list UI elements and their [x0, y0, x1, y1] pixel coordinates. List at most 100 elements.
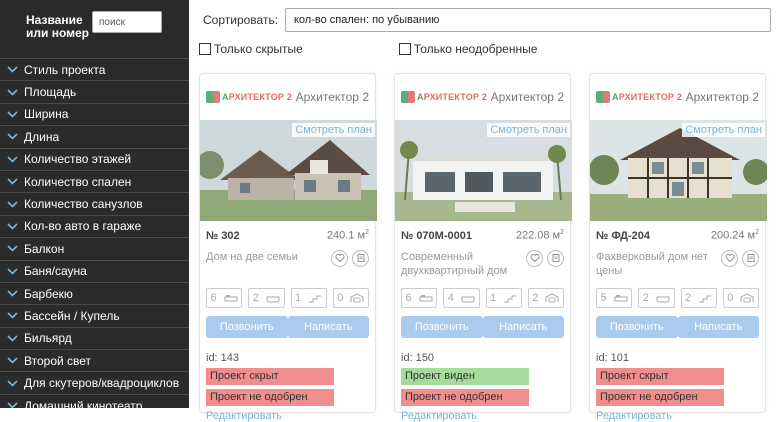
view-plan-link[interactable]: Смотреть план — [682, 123, 765, 137]
favorite-heart-icon[interactable] — [331, 249, 348, 267]
project-number: № ФД-204 — [596, 229, 651, 242]
project-number: № 070М-0001 — [401, 229, 472, 242]
filter-item-balcony[interactable]: Балкон — [0, 238, 189, 261]
edit-link[interactable]: Редактировать — [206, 410, 369, 422]
write-button[interactable]: Написать — [287, 315, 369, 338]
filter-item-label: Для скутеров/квадроциклов — [24, 376, 180, 391]
edit-link[interactable]: Редактировать — [401, 410, 564, 422]
project-image[interactable]: Смотреть план — [395, 120, 572, 221]
project-id: id: 143 — [206, 351, 240, 364]
call-button[interactable]: Позвонить — [596, 315, 678, 338]
floors-feature: 1 — [290, 287, 327, 308]
filter-item-label: Количество санузлов — [24, 197, 143, 212]
filter-item-bedrooms[interactable]: Количество спален — [0, 171, 189, 194]
filter-item-width[interactable]: Ширина — [0, 104, 189, 127]
architect-logo: АРХИТЕКТОР 2 — [596, 91, 682, 103]
filter-item-bathrooms[interactable]: Количество санузлов — [0, 193, 189, 216]
chevron-down-icon — [0, 268, 24, 275]
project-image[interactable]: Смотреть план — [590, 120, 767, 221]
filter-item-label: Стиль проекта — [24, 62, 106, 77]
card-header: АРХИТЕКТОР 2 Архитектор 2 — [395, 74, 570, 120]
filter-item-style[interactable]: Стиль проекта — [0, 59, 189, 82]
write-button[interactable]: Написать — [677, 315, 759, 338]
project-id: id: 150 — [401, 351, 435, 364]
hidden-only-checkbox[interactable]: Только скрытые — [199, 42, 303, 56]
card-info: № 070М-0001 222.08 м2 Современный двухкв… — [395, 221, 570, 422]
floors-feature: 1 — [485, 287, 522, 308]
project-card: АРХИТЕКТОР 2 Архитектор 2 Смотреть план … — [394, 73, 572, 422]
document-icon[interactable] — [742, 249, 759, 267]
bedrooms-feature: 5 — [596, 287, 633, 308]
filter-item-label: Бильярд — [24, 331, 72, 346]
project-area: 200.24 м2 — [710, 229, 759, 242]
checkbox-box[interactable] — [398, 43, 411, 55]
garage-icon — [740, 293, 754, 303]
approval-status-badge[interactable]: Проект не одобрен — [401, 388, 529, 406]
project-image[interactable]: Смотреть план — [200, 120, 377, 221]
chevron-down-icon — [0, 178, 24, 185]
visibility-status-badge[interactable]: Проект виден — [401, 367, 529, 385]
filter-item-bbq[interactable]: Барбекю — [0, 283, 189, 306]
card-info: № ФД-204 200.24 м2 Фахверковый дом нет ц… — [590, 221, 765, 422]
bedrooms-feature: 6 — [206, 287, 243, 308]
filter-item-label: Второй свет — [24, 353, 92, 368]
chevron-down-icon — [0, 312, 24, 320]
sidebar-title: Название или номер — [26, 13, 90, 40]
stairs-icon — [504, 295, 517, 303]
bed-icon — [419, 294, 433, 302]
filter-item-home-cinema[interactable]: Домашний кинотеатр — [0, 395, 189, 408]
architect-name[interactable]: Архитектор 2 — [296, 90, 369, 104]
filter-item-second-light[interactable]: Второй свет — [0, 350, 189, 373]
filter-item-pool[interactable]: Бассейн / Купель — [0, 305, 189, 328]
filter-item-label: Кол-во авто в гараже — [24, 219, 142, 234]
visibility-filters: Только скрытые Только неодобренные — [199, 42, 633, 56]
garage-icon — [545, 293, 559, 303]
garage-feature: 0 — [332, 287, 369, 308]
favorite-heart-icon[interactable] — [526, 249, 543, 267]
architect-logo: АРХИТЕКТОР 2 — [206, 91, 292, 103]
features-row: 6 2 1 0 — [206, 287, 369, 308]
bedrooms-feature: 6 — [401, 287, 438, 308]
sort-row: Сортировать: кол-во спален: по убыванию — [203, 8, 771, 32]
checkbox-label: Только скрытые — [214, 42, 303, 56]
filter-item-scooters[interactable]: Для скутеров/квадроциклов — [0, 372, 189, 395]
edit-link[interactable]: Редактировать — [596, 410, 759, 422]
unapproved-only-checkbox[interactable]: Только неодобренные — [398, 42, 537, 56]
document-icon[interactable] — [352, 249, 369, 267]
favorite-heart-icon[interactable] — [721, 249, 738, 267]
search-input[interactable] — [92, 11, 162, 33]
chevron-down-icon — [0, 245, 24, 252]
document-icon[interactable] — [547, 249, 564, 267]
chevron-down-icon — [0, 66, 24, 73]
approval-status-badge[interactable]: Проект не одобрен — [596, 388, 724, 406]
visibility-status-badge[interactable]: Проект скрыт — [596, 367, 724, 385]
filter-item-garage[interactable]: Кол-во авто в гараже — [0, 216, 189, 239]
garage-icon — [350, 293, 364, 303]
filter-item-label: Площадь — [24, 85, 77, 100]
filter-item-area[interactable]: Площадь — [0, 81, 189, 104]
filter-item-billiards[interactable]: Бильярд — [0, 328, 189, 351]
checkbox-box[interactable] — [199, 43, 211, 55]
call-button[interactable]: Позвонить — [401, 315, 483, 338]
view-plan-link[interactable]: Смотреть план — [292, 123, 375, 137]
filter-item-label: Количество этажей — [24, 152, 132, 167]
write-button[interactable]: Написать — [482, 315, 564, 338]
filter-item-label: Количество спален — [24, 174, 132, 189]
visibility-status-badge[interactable]: Проект скрыт — [206, 367, 334, 385]
project-description: Дом на две семьи — [206, 250, 298, 263]
call-button[interactable]: Позвонить — [206, 315, 288, 338]
filter-item-floors[interactable]: Количество этажей — [0, 149, 189, 171]
approval-status-badge[interactable]: Проект не одобрен — [206, 388, 334, 406]
project-number: № 302 — [206, 229, 240, 242]
sort-select[interactable]: кол-во спален: по убыванию — [285, 8, 771, 32]
chevron-down-icon — [0, 402, 24, 408]
filter-item-sauna[interactable]: Баня/сауна — [0, 261, 189, 283]
card-info: № 302 240.1 м2 Дом на две семьи 6 2 1 0 — [200, 221, 375, 422]
project-cards: АРХИТЕКТОР 2 Архитектор 2 Смотреть план … — [199, 73, 767, 422]
filter-item-label: Ширина — [24, 107, 69, 122]
filter-item-label: Барбекю — [24, 286, 73, 301]
filter-item-length[interactable]: Длина — [0, 126, 189, 149]
architect-name[interactable]: Архитектор 2 — [491, 90, 564, 104]
view-plan-link[interactable]: Смотреть план — [487, 123, 570, 137]
architect-name[interactable]: Архитектор 2 — [686, 90, 759, 104]
